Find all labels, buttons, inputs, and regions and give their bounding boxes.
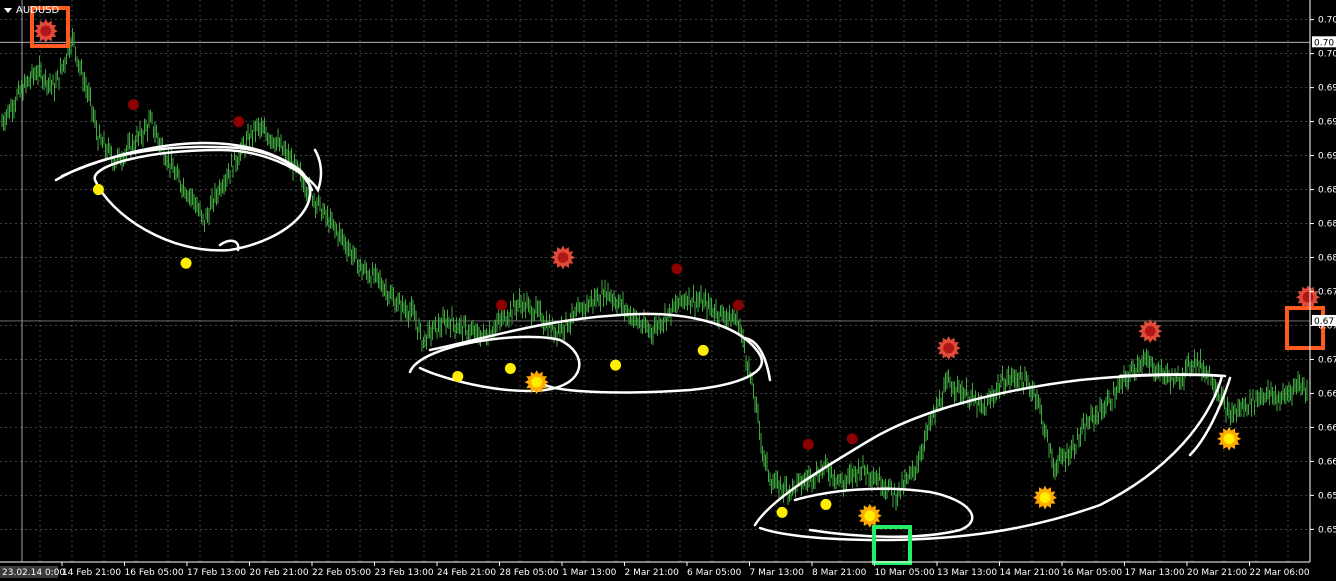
x-tick-label: 2 Mar 21:00 (625, 568, 680, 578)
y-tick-label: 0.68 (1318, 254, 1336, 264)
signal-star-red-core (1302, 291, 1314, 303)
signal-star-orange-core (1039, 492, 1051, 504)
signal-dot-darkred (671, 263, 683, 275)
y-tick-label: 0.68 (1318, 220, 1336, 230)
signal-dot-yellow (92, 184, 104, 196)
x-tick-label: 22 Feb 05:00 (312, 568, 371, 578)
x-tick-label: 7 Mar 13:00 (750, 568, 805, 578)
x-tick-label: 14 Mar 21:00 (1000, 568, 1060, 578)
signal-star-orange-core (531, 376, 543, 388)
signal-dot-yellow (820, 498, 832, 510)
x-tick-label: 23 Feb 13:00 (375, 568, 434, 578)
x-tick-label: 14 Feb 21:00 (62, 568, 121, 578)
x-axis-start-label: 23.02.14 0:00 (2, 568, 65, 578)
x-tick-label: 6 Mar 05:00 (687, 568, 742, 578)
signal-star-red-core (943, 342, 955, 354)
signal-star-orange-core (1223, 433, 1235, 445)
symbol-label: AUDUSD (16, 5, 60, 16)
signal-dot-yellow (697, 344, 709, 356)
y-tick-label: 0.66 (1318, 389, 1336, 399)
signal-dot-darkred (233, 116, 245, 128)
x-tick-label: 8 Mar 21:00 (812, 568, 867, 578)
x-tick-label: 17 Feb 13:00 (187, 568, 246, 578)
chart-background (0, 0, 1336, 581)
y-tick-label: 0.66 (1318, 457, 1336, 467)
y-tick-label: 0.66 (1318, 423, 1336, 433)
x-tick-label: 10 Mar 05:00 (875, 568, 935, 578)
signal-dot-darkred (496, 299, 508, 311)
signal-star-red-core (40, 25, 52, 37)
y-tick-label: 0.70 (1318, 16, 1336, 26)
current-price-label: 0.67 (1314, 317, 1334, 327)
signal-dot-yellow (610, 359, 622, 371)
x-tick-label: 22 Mar 06:00 (1250, 568, 1310, 578)
y-tick-label: 0.69 (1318, 152, 1336, 162)
signal-dot-yellow (180, 257, 192, 269)
x-tick-label: 1 Mar 13:00 (562, 568, 617, 578)
y-tick-label: 0.69 (1318, 84, 1336, 94)
x-tick-label: 16 Mar 05:00 (1062, 568, 1122, 578)
signal-dot-yellow (452, 370, 464, 382)
signal-dot-darkred (802, 438, 814, 450)
x-tick-label: 20 Feb 21:00 (250, 568, 309, 578)
y-tick-label: 0.65 (1318, 491, 1336, 501)
signal-star-orange-core (864, 510, 876, 522)
x-tick-label: 17 Mar 13:00 (1125, 568, 1185, 578)
x-tick-label: 24 Feb 21:00 (437, 568, 496, 578)
signal-dot-darkred (846, 433, 858, 445)
y-tick-label: 0.68 (1318, 186, 1336, 196)
y-tick-label: 0.67 (1318, 355, 1336, 365)
price-line-label: 0.70 (1314, 38, 1334, 48)
x-tick-label: 28 Feb 05:00 (500, 568, 559, 578)
signal-star-red-core (1144, 325, 1156, 337)
signal-dot-yellow (776, 506, 788, 518)
price-chart[interactable]: 0.70 0.70 0.69 0.69 0.69 0.68 0.68 0.68 0.67 0.67… (0, 0, 1336, 581)
signal-dot-darkred (127, 99, 139, 111)
y-tick-label: 0.69 (1318, 118, 1336, 128)
signal-dot-yellow (504, 363, 516, 375)
y-tick-label: 0.70 (1318, 50, 1336, 60)
x-tick-label: 20 Mar 21:00 (1187, 568, 1247, 578)
x-tick-label: 16 Feb 05:00 (125, 568, 184, 578)
x-tick-label: 13 Mar 13:00 (937, 568, 997, 578)
y-tick-label: 0.67 (1318, 287, 1336, 297)
y-tick-label: 0.65 (1318, 525, 1336, 535)
signal-dot-darkred (732, 299, 744, 311)
signal-star-red-core (557, 252, 569, 263)
